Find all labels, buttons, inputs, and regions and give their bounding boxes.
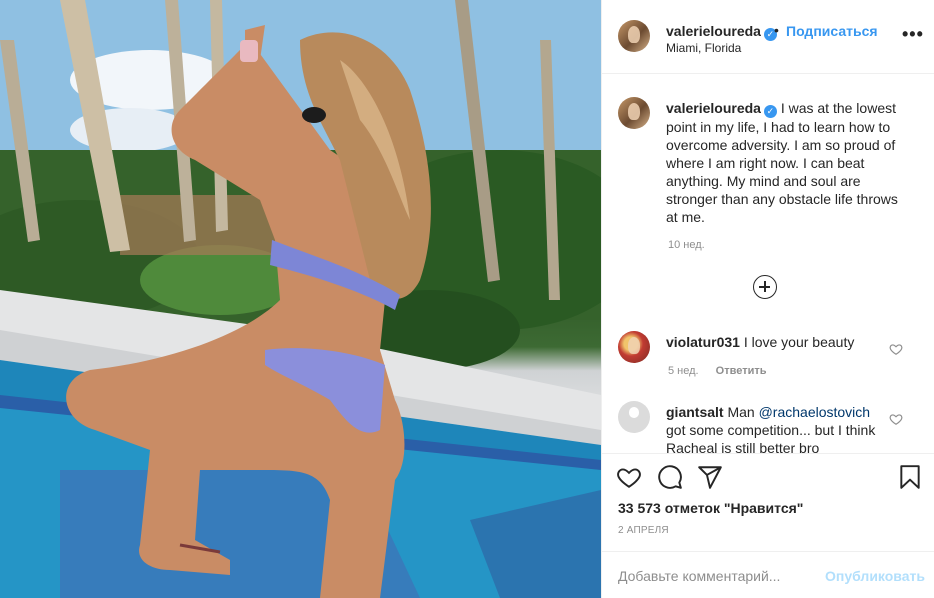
comment-mention-link[interactable]: @rachaelostovich (759, 404, 871, 420)
post-header: valerieloureda ✓ • Подписаться Miami, Flo… (602, 0, 934, 74)
photo-illustration (0, 0, 601, 598)
author-username-row[interactable]: valerieloureda ✓ (666, 23, 777, 41)
follow-button[interactable]: Подписаться (786, 23, 878, 39)
commenter-avatar[interactable] (618, 401, 650, 433)
caption-timestamp[interactable]: 10 нед. (668, 239, 705, 251)
comment-body-start: Man (727, 404, 759, 420)
share-plane-icon[interactable] (697, 464, 723, 490)
comment-icon[interactable] (657, 464, 683, 490)
comment-timestamp[interactable]: 5 нед. (668, 365, 699, 377)
author-username[interactable]: valerieloureda (666, 23, 761, 39)
caption-username[interactable]: valerieloureda (666, 100, 761, 116)
reply-button[interactable]: Ответить (716, 365, 767, 377)
caption-avatar[interactable] (618, 97, 650, 129)
comment-body-end: got some competition... but I think Rach… (666, 422, 876, 453)
caption-body: I was at the lowest point in my life, I … (666, 100, 898, 225)
comment-meta: 5 нед. Ответить (668, 365, 781, 377)
plus-circle-icon[interactable] (753, 275, 777, 299)
comments-list[interactable]: valerieloureda ✓ I was at the lowest poin… (602, 75, 934, 453)
publish-button[interactable]: Опубликовать (825, 568, 925, 584)
caption-text: valerieloureda ✓ I was at the lowest poin… (666, 99, 911, 226)
commenter-avatar[interactable] (618, 331, 650, 363)
comment-body: I love your beauty (743, 334, 855, 350)
comment-username[interactable]: giantsalt (666, 404, 724, 420)
sunglasses (302, 107, 326, 123)
comment-like-heart-icon[interactable] (889, 342, 903, 356)
bookmark-icon[interactable] (897, 464, 923, 490)
comment-text: violatur031 I love your beauty (666, 333, 881, 351)
header-separator: • (774, 22, 779, 38)
likes-count[interactable]: 33 573 отметок "Нравится" (618, 500, 803, 516)
verified-badge-icon: ✓ (763, 105, 777, 118)
post-actions: 33 573 отметок "Нравится" 2 АПРЕЛЯ (602, 453, 934, 551)
add-comment-bar: Опубликовать (602, 551, 934, 598)
comment-username[interactable]: violatur031 (666, 334, 740, 350)
wrist-watch (240, 40, 258, 62)
fence (120, 195, 280, 255)
comment-input[interactable] (618, 566, 818, 586)
post-date[interactable]: 2 АПРЕЛЯ (618, 525, 669, 536)
more-horizontal-icon[interactable]: ••• (902, 24, 924, 45)
post-side-panel: valerieloureda ✓ • Подписаться Miami, Flo… (601, 0, 934, 598)
comment-like-heart-icon[interactable] (889, 412, 903, 426)
heart-icon[interactable] (616, 464, 642, 490)
post-photo (0, 0, 601, 598)
author-avatar[interactable] (618, 20, 650, 52)
comment-text: giantsalt Man @rachaelostovich got some … (666, 403, 881, 453)
post-location[interactable]: Miami, Florida (666, 41, 741, 55)
